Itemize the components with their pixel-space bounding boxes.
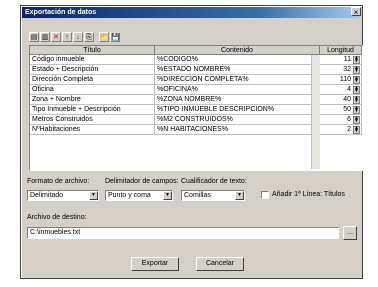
length-value: 110: [339, 76, 351, 83]
length-value: 4: [347, 86, 351, 93]
cell-title[interactable]: Oficina: [30, 85, 155, 95]
insert-row-icon[interactable]: ▤: [29, 32, 39, 42]
delete-icon[interactable]: ✕: [51, 32, 61, 42]
length-value: 50: [343, 106, 351, 113]
table-row[interactable]: Oficina %OFICINA% 4 ▲ ▼: [30, 85, 362, 95]
chevron-down-icon[interactable]: ▼: [163, 191, 172, 200]
cell-title[interactable]: Código inmueble: [30, 55, 155, 65]
table-row[interactable]: Dirección Completa %DIRECCION COMPLETA% 11…: [30, 75, 362, 85]
chevron-down-icon[interactable]: ▼: [235, 191, 244, 200]
cell-length[interactable]: 32 ▲ ▼: [320, 65, 362, 75]
chevron-down-icon[interactable]: ▼: [89, 191, 98, 200]
length-value: 40: [343, 96, 351, 103]
spinner-icon[interactable]: ▲ ▼: [353, 56, 360, 64]
spinner-icon[interactable]: ▲ ▼: [353, 76, 360, 84]
table-row[interactable]: NºHabitaciones %N HABITACIONES% 2 ▲ ▼: [30, 125, 362, 135]
table-row[interactable]: Tipo Inmueble + Descripción %TIPO INMUEBL…: [30, 105, 362, 115]
cell-title[interactable]: Zona + Nombre: [30, 95, 155, 105]
spinner-icon[interactable]: ▲ ▼: [353, 116, 360, 124]
table-row[interactable]: Estado + Descripción %ESTADO NOMBRE% 32 ▲ ▼: [30, 65, 362, 75]
fields-grid: Título Contenido Longitud Código inmuebl…: [29, 45, 363, 171]
cell-title[interactable]: Estado + Descripción: [30, 65, 155, 75]
cell-content[interactable]: %ZONA NOMBRE%: [155, 95, 312, 105]
qualifier-value: Comillas: [184, 192, 211, 199]
spinner-icon[interactable]: ▲ ▼: [353, 66, 360, 74]
cell-length[interactable]: 4 ▲ ▼: [320, 85, 362, 95]
export-button[interactable]: Exportar: [131, 257, 179, 271]
cell-content[interactable]: %TIPO INMUEBLE DESCRIPCION%: [155, 105, 312, 115]
destination-input[interactable]: C:\inmuebles.txt: [27, 227, 339, 239]
open-icon[interactable]: 📂: [99, 32, 109, 42]
delimiter-value: Punto y coma: [108, 192, 151, 199]
table-row[interactable]: Zona + Nombre %ZONA NOMBRE% 40 ▲ ▼: [30, 95, 362, 105]
move-up-icon[interactable]: ↑: [62, 32, 72, 42]
spinner-icon[interactable]: ▲ ▼: [353, 126, 360, 134]
length-value: 32: [343, 66, 351, 73]
cell-length[interactable]: 11 ▲ ▼: [320, 55, 362, 65]
cell-title[interactable]: Tipo Inmueble + Descripción: [30, 105, 155, 115]
format-select[interactable]: Delimitado ▼: [27, 190, 99, 201]
cell-content[interactable]: %ESTADO NOMBRE%: [155, 65, 312, 75]
cell-content[interactable]: %OFICINA%: [155, 85, 312, 95]
delimiter-select[interactable]: Punto y coma ▼: [105, 190, 173, 201]
browse-button[interactable]: ...: [343, 226, 357, 240]
add-first-line-checkbox[interactable]: [261, 191, 269, 199]
destination-label: Archivo de destino:: [27, 214, 87, 221]
format-value: Delimitado: [30, 192, 64, 199]
add-first-line-label: Añadir 1ª Línea: Títulos: [272, 191, 345, 198]
length-value: 6: [347, 116, 351, 123]
cell-content[interactable]: %N HABITACIONES%: [155, 125, 312, 135]
cell-title[interactable]: NºHabitaciones: [30, 125, 155, 135]
table-row[interactable]: Metros Construidos %M2 CONSTRUIDOS% 6 ▲ ▼: [30, 115, 362, 125]
cell-content[interactable]: %DIRECCION COMPLETA%: [155, 75, 312, 85]
cell-length[interactable]: 2 ▲ ▼: [320, 125, 362, 135]
cancel-button[interactable]: Cancelar: [196, 257, 244, 271]
cell-length[interactable]: 6 ▲ ▼: [320, 115, 362, 125]
column-header-title[interactable]: Título: [30, 46, 155, 55]
cell-length[interactable]: 40 ▲ ▼: [320, 95, 362, 105]
delimiter-label: Delimitador de campos:: [105, 178, 179, 185]
delete-row-icon[interactable]: ▥: [40, 32, 50, 42]
qualifier-select[interactable]: Comillas ▼: [181, 190, 245, 201]
cell-title[interactable]: Dirección Completa: [30, 75, 155, 85]
move-down-icon[interactable]: ↓: [73, 32, 83, 42]
column-header-content[interactable]: Contenido: [155, 46, 320, 55]
cell-length[interactable]: 110 ▲ ▼: [320, 75, 362, 85]
column-header-length[interactable]: Longitud: [320, 46, 362, 55]
spinner-icon[interactable]: ▲ ▼: [353, 86, 360, 94]
cell-content[interactable]: %M2 CONSTRUIDOS%: [155, 115, 312, 125]
close-button[interactable]: ×: [351, 7, 361, 17]
export-dialog: Exportación de datos × ▤ ▥ ✕ ↑ ↓ ⎘ 📂 💾 T…: [20, 5, 363, 279]
spinner-icon[interactable]: ▲ ▼: [353, 106, 360, 114]
cell-content[interactable]: %CODIGO%: [155, 55, 312, 65]
cell-title[interactable]: Metros Construidos: [30, 115, 155, 125]
length-value: 2: [347, 126, 351, 133]
cell-length[interactable]: 50 ▲ ▼: [320, 105, 362, 115]
properties-icon[interactable]: ⎘: [84, 32, 94, 42]
dialog-title: Exportación de datos: [22, 7, 361, 18]
qualifier-label: Cualificador de texto:: [181, 178, 247, 185]
spinner-icon[interactable]: ▲ ▼: [353, 96, 360, 104]
toolbar: ▤ ▥ ✕ ↑ ↓ ⎘ 📂 💾: [29, 32, 120, 46]
save-icon[interactable]: 💾: [110, 32, 120, 42]
length-value: 11: [343, 56, 351, 63]
table-row[interactable]: Código inmueble %CODIGO% 11 ▲ ▼: [30, 55, 362, 65]
format-label: Formato de archivo:: [27, 178, 90, 185]
